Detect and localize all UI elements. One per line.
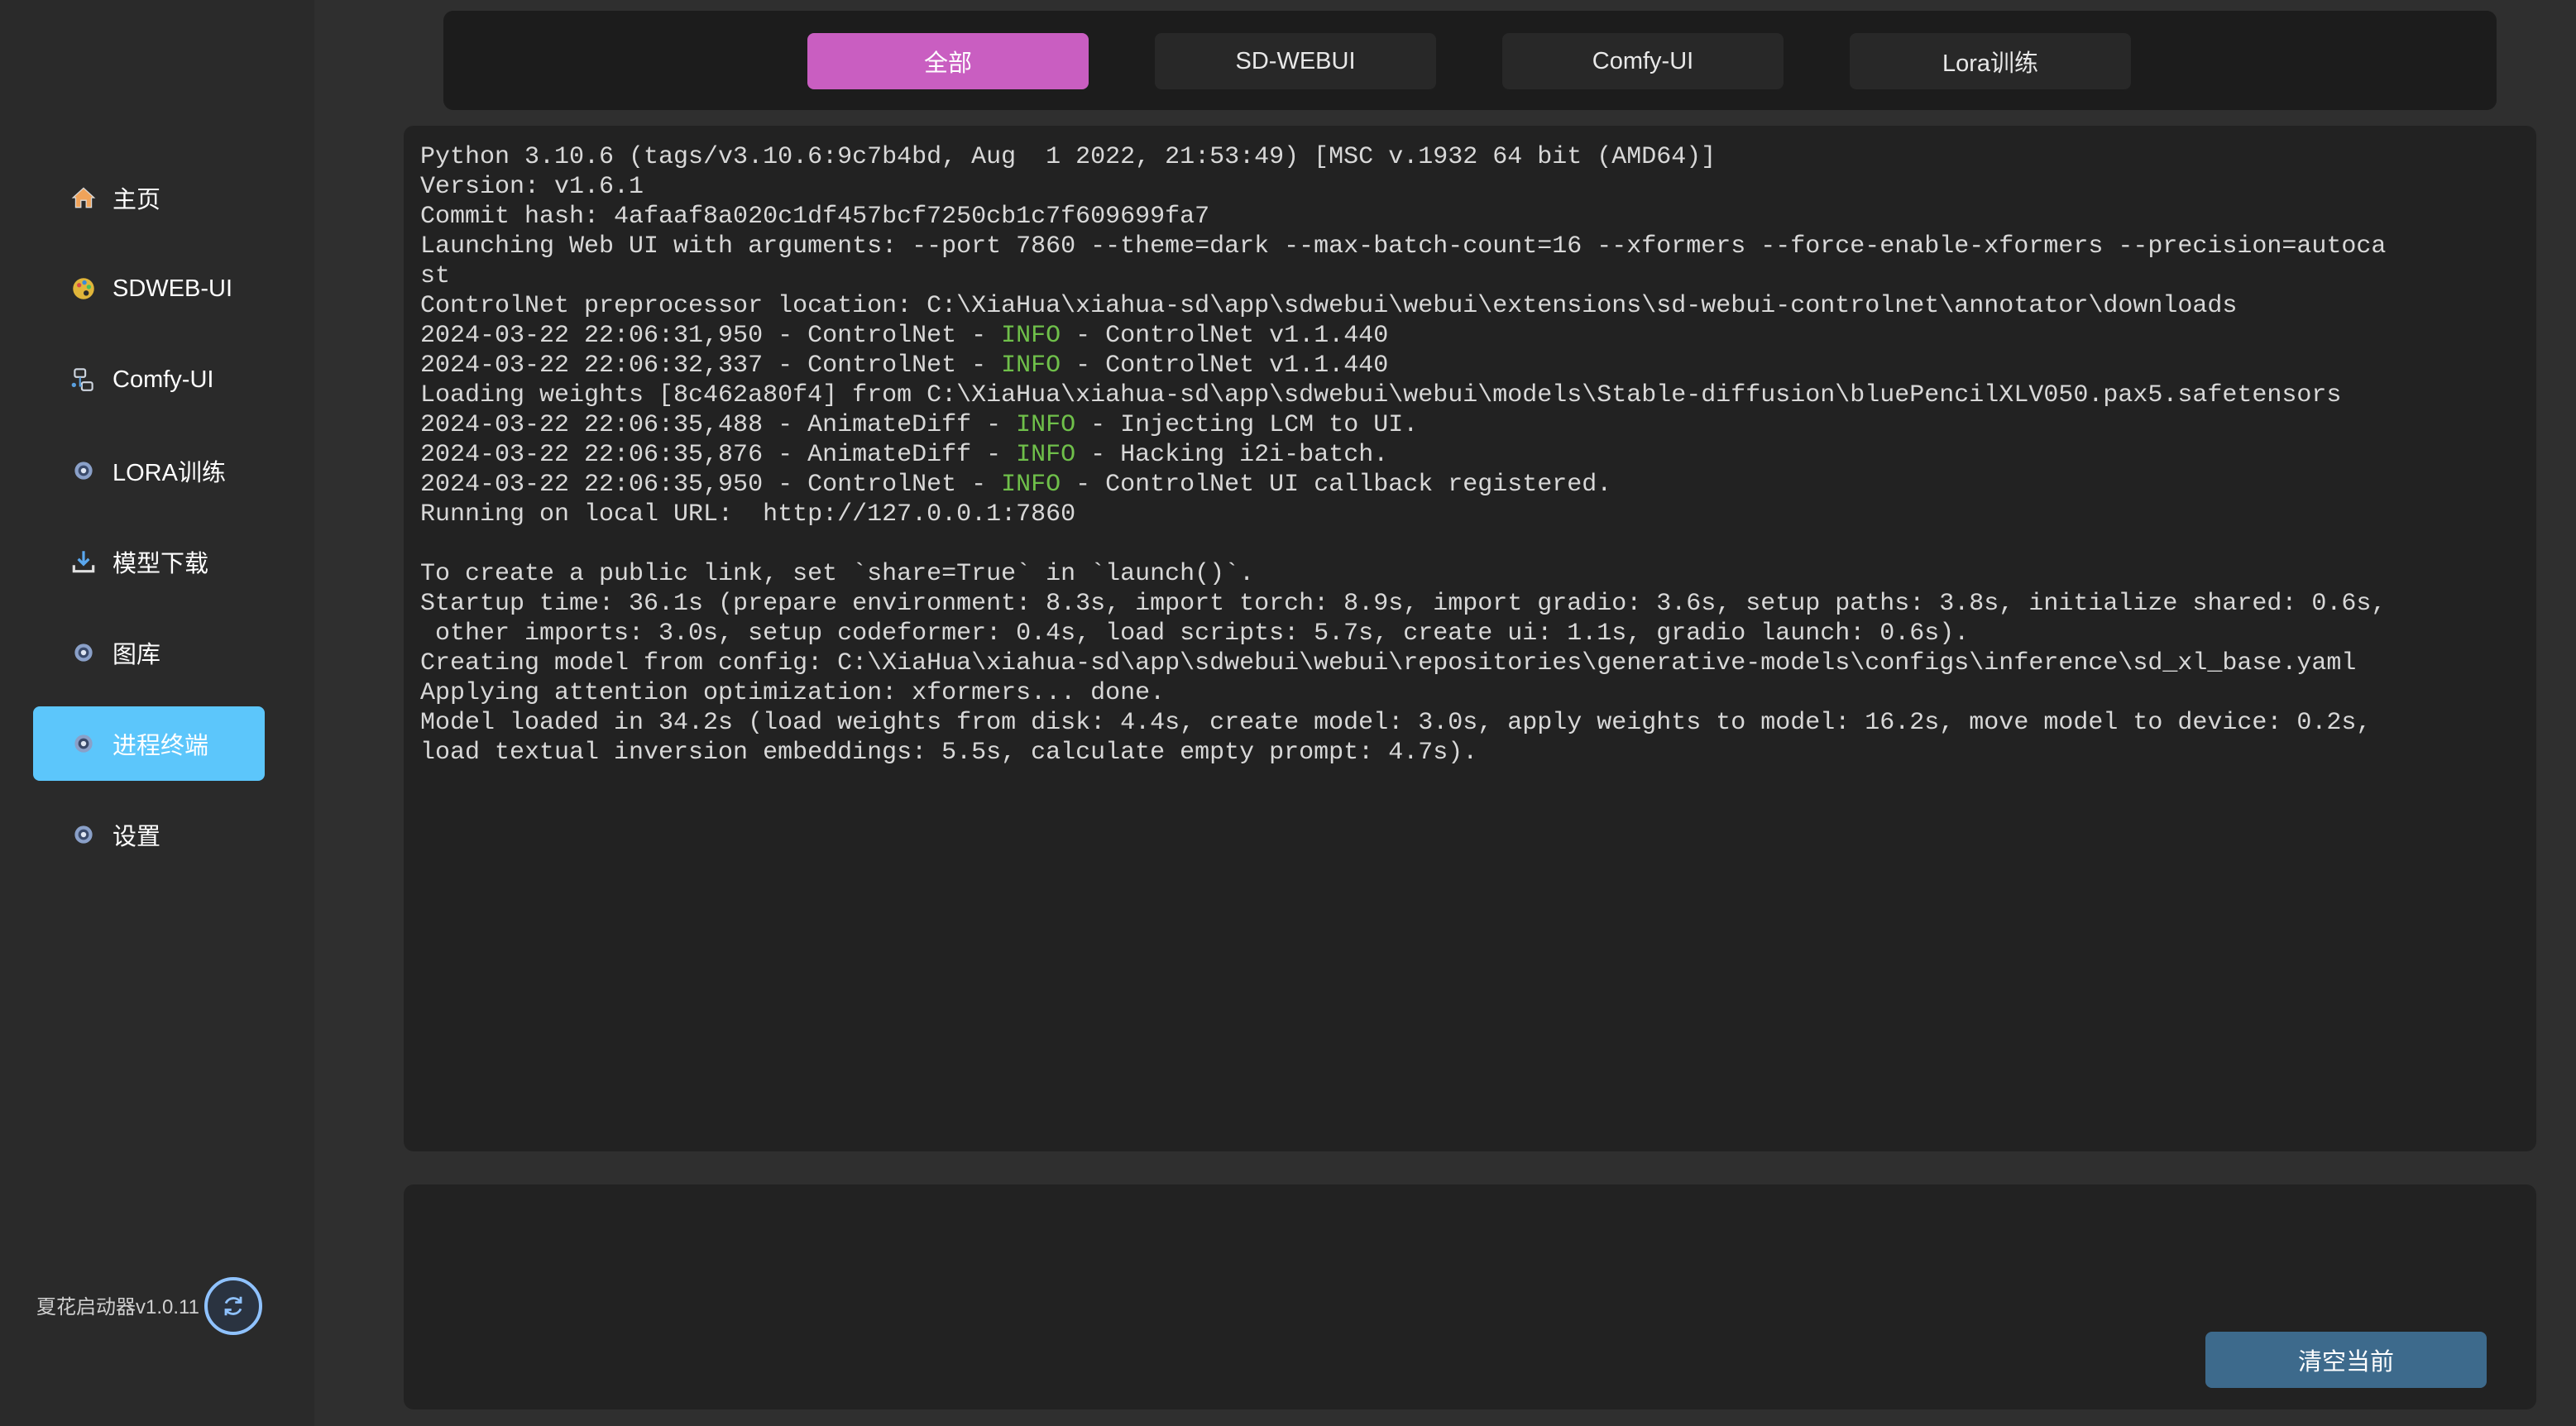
console-line: 2024-03-22 22:06:31,950 - ControlNet - I… xyxy=(420,321,2520,351)
console-line: Launching Web UI with arguments: --port … xyxy=(420,232,2520,261)
tab-all[interactable]: 全部 xyxy=(807,33,1089,89)
sidebar-item-gallery[interactable]: 图库 xyxy=(33,615,265,690)
console-line: Creating model from config: C:\XiaHua\xi… xyxy=(420,648,2520,678)
log-level-info: INFO xyxy=(1001,471,1061,499)
console-line: Applying attention optimization: xformer… xyxy=(420,678,2520,708)
console-line-text: 2024-03-22 22:06:31,950 - ControlNet - xyxy=(420,322,1002,350)
sidebar-item-label: SDWEB-UI xyxy=(113,275,232,302)
console-line-text: - Injecting LCM to UI. xyxy=(1075,411,1419,439)
console-line-text: 2024-03-22 22:06:35,950 - ControlNet - xyxy=(420,471,1002,499)
console-line: 2024-03-22 22:06:32,337 - ControlNet - I… xyxy=(420,351,2520,380)
sidebar-item-process-terminal[interactable]: 进程终端 xyxy=(33,706,265,781)
home-icon xyxy=(69,184,98,212)
console-line-text: Launching Web UI with arguments: --port … xyxy=(420,232,2387,261)
console-line-text: load textual inversion embeddings: 5.5s,… xyxy=(420,739,1478,767)
sidebar-item-label: 设置 xyxy=(113,824,161,850)
console-line: ControlNet preprocessor location: C:\Xia… xyxy=(420,291,2520,321)
console-line: To create a public link, set `share=True… xyxy=(420,559,2520,589)
console-line: Startup time: 36.1s (prepare environment… xyxy=(420,589,2520,619)
console-line-text: 2024-03-22 22:06:32,337 - ControlNet - xyxy=(420,352,1002,380)
console-line: Version: v1.6.1 xyxy=(420,172,2520,202)
console-line-text: To create a public link, set `share=True… xyxy=(420,560,1255,588)
sidebar-item-label: 模型下载 xyxy=(113,551,209,577)
console-line: load textual inversion embeddings: 5.5s,… xyxy=(420,738,2520,768)
tab-bar: 全部 SD-WEBUI Comfy-UI Lora训练 xyxy=(443,11,2497,110)
clear-current-button[interactable]: 清空当前 xyxy=(2205,1332,2487,1388)
log-level-info: INFO xyxy=(1016,441,1076,469)
gear-icon xyxy=(69,457,98,485)
console-line: other imports: 3.0s, setup codeformer: 0… xyxy=(420,619,2520,648)
console-line-text: Creating model from config: C:\XiaHua\xi… xyxy=(420,649,2357,677)
tab-sd-webui[interactable]: SD-WEBUI xyxy=(1155,33,1436,89)
console-output[interactable]: Python 3.10.6 (tags/v3.10.6:9c7b4bd, Aug… xyxy=(404,126,2536,1151)
sidebar-item-model-download[interactable]: 模型下载 xyxy=(33,524,265,599)
console-line: Loading weights [8c462a80f4] from C:\Xia… xyxy=(420,380,2520,410)
gear-icon xyxy=(69,730,98,758)
sidebar-item-label: 主页 xyxy=(113,187,161,213)
console-line: 2024-03-22 22:06:35,488 - AnimateDiff - … xyxy=(420,410,2520,440)
sidebar-item-lora-training[interactable]: LORA训练 xyxy=(33,433,265,508)
gear-icon xyxy=(69,821,98,849)
console-line-text: st xyxy=(420,262,451,290)
console-line-text: 2024-03-22 22:06:35,876 - AnimateDiff - xyxy=(420,441,1017,469)
sidebar-item-sdwebui[interactable]: SDWEB-UI xyxy=(33,251,265,326)
sidebar: 主页 SDWEB-UI Comfy-UI LORA训练 模型下载 图库 进程终端… xyxy=(0,0,314,1426)
sidebar-item-settings[interactable]: 设置 xyxy=(33,797,265,872)
console-line-text: Loading weights [8c462a80f4] from C:\Xia… xyxy=(420,381,2342,409)
refresh-icon xyxy=(224,1296,242,1316)
log-level-info: INFO xyxy=(1001,322,1061,350)
console-line-text: other imports: 3.0s, setup codeformer: 0… xyxy=(420,620,1970,648)
download-icon xyxy=(69,548,98,576)
sidebar-item-label: 进程终端 xyxy=(113,733,209,759)
tab-lora-training[interactable]: Lora训练 xyxy=(1850,33,2131,89)
console-line: Python 3.10.6 (tags/v3.10.6:9c7b4bd, Aug… xyxy=(420,142,2520,172)
gear-icon xyxy=(69,639,98,667)
console-line-text: - Hacking i2i-batch. xyxy=(1075,441,1389,469)
console-line-text: - ControlNet v1.1.440 xyxy=(1061,322,1389,350)
palette-icon xyxy=(69,275,98,303)
console-line-text: ControlNet preprocessor location: C:\Xia… xyxy=(420,292,2238,320)
console-line: Commit hash: 4afaaf8a020c1df457bcf7250cb… xyxy=(420,202,2520,232)
sidebar-item-label: 图库 xyxy=(113,642,161,668)
console-line-text: Commit hash: 4afaaf8a020c1df457bcf7250cb… xyxy=(420,203,1210,231)
app-window: 主页 SDWEB-UI Comfy-UI LORA训练 模型下载 图库 进程终端… xyxy=(0,0,2576,1426)
console-line: st xyxy=(420,261,2520,291)
console-line-text: Running on local URL: http://127.0.0.1:7… xyxy=(420,500,1076,529)
log-level-info: INFO xyxy=(1016,411,1076,439)
log-level-info: INFO xyxy=(1001,352,1061,380)
sidebar-item-home[interactable]: 主页 xyxy=(33,160,265,235)
sidebar-item-label: LORA训练 xyxy=(113,460,226,486)
console-line: Running on local URL: http://127.0.0.1:7… xyxy=(420,500,2520,529)
console-line: 2024-03-22 22:06:35,950 - ControlNet - I… xyxy=(420,470,2520,500)
version-label: 夏花启动器v1.0.11 xyxy=(36,1296,199,1318)
workflow-icon xyxy=(69,366,98,394)
console-line-text: Model loaded in 34.2s (load weights from… xyxy=(420,709,2372,737)
refresh-button[interactable] xyxy=(204,1277,262,1335)
console-line-text: - ControlNet v1.1.440 xyxy=(1061,352,1389,380)
console-line: Model loaded in 34.2s (load weights from… xyxy=(420,708,2520,738)
console-line: 2024-03-22 22:06:35,876 - AnimateDiff - … xyxy=(420,440,2520,470)
console-line-text: Applying attention optimization: xformer… xyxy=(420,679,1166,707)
console-line-text: Python 3.10.6 (tags/v3.10.6:9c7b4bd, Aug… xyxy=(420,143,1717,171)
console-line-text: - ControlNet UI callback registered. xyxy=(1061,471,1612,499)
sidebar-item-comfyui[interactable]: Comfy-UI xyxy=(33,342,265,417)
tab-comfy-ui[interactable]: Comfy-UI xyxy=(1502,33,1784,89)
console-line-text: Startup time: 36.1s (prepare environment… xyxy=(420,590,2387,618)
sidebar-item-label: Comfy-UI xyxy=(113,366,214,393)
console-line-text: Version: v1.6.1 xyxy=(420,173,644,201)
console-line-text: 2024-03-22 22:06:35,488 - AnimateDiff - xyxy=(420,411,1017,439)
